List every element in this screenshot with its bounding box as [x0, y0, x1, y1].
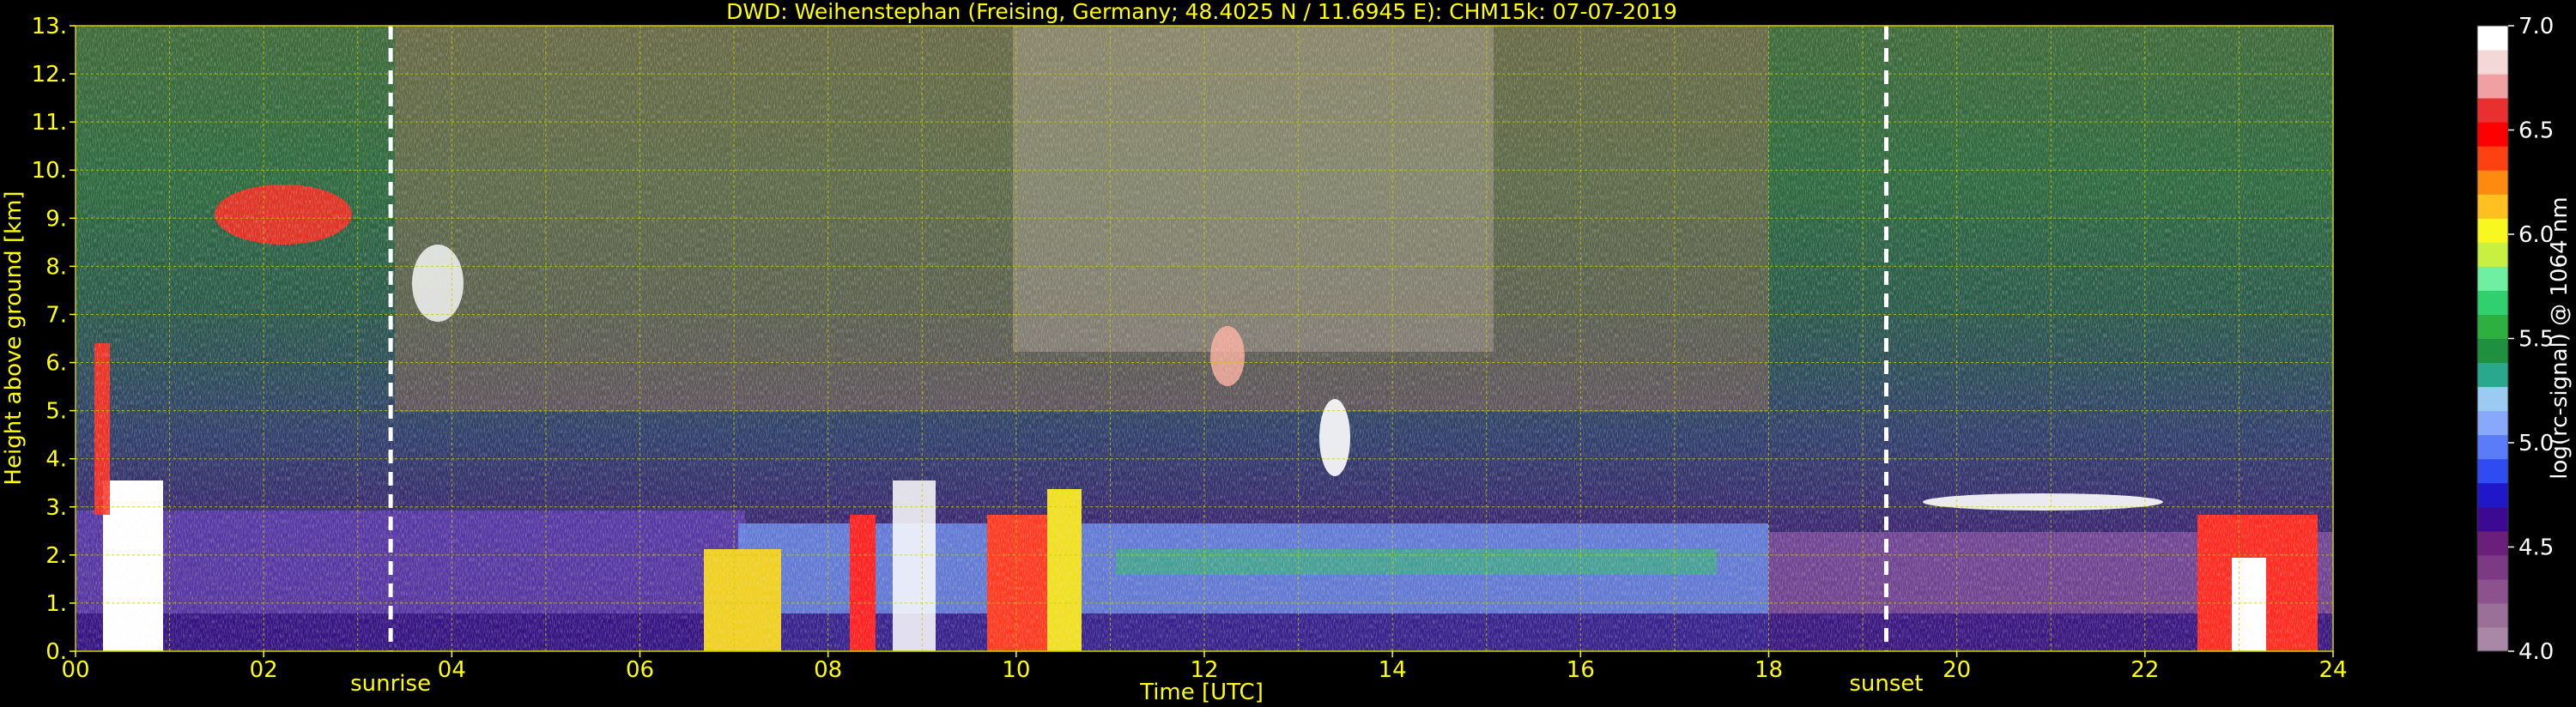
y-axis-ticks: 0. 1. 2. 3. 4. 5. 6. 7. 8. 9. 10. 11. 12. 13.	[32, 14, 76, 665]
y-tick-label: 7.	[45, 302, 67, 328]
plot-area	[75, 25, 2334, 652]
colorbar-band	[2477, 50, 2508, 75]
y-tick-label: 10.	[32, 158, 67, 184]
colorbar-band	[2477, 458, 2508, 484]
x-tick-label: 14	[1379, 657, 1407, 683]
colorbar-tick-label: 7.0	[2518, 14, 2554, 39]
colorbar-band	[2477, 314, 2508, 339]
y-axis-label: Height above ground [km]	[1, 190, 27, 485]
colorbar: 4.04.55.05.56.06.57.0 log(rc-signal) @ 1…	[2476, 14, 2573, 665]
colorbar-band	[2477, 218, 2508, 243]
colorbar-band	[2477, 602, 2508, 628]
colorbar-band	[2477, 482, 2508, 508]
x-tick-label: 22	[2131, 657, 2159, 683]
colorbar-tick-label: 6.5	[2518, 118, 2554, 144]
y-tick-label: 1.	[45, 591, 67, 617]
colorbar-band	[2477, 362, 2508, 388]
colorbar-band	[2477, 266, 2508, 291]
colorbar-band	[2477, 194, 2508, 219]
colorbar-band	[2477, 122, 2508, 147]
colorbar-band	[2477, 290, 2508, 315]
lidar-chart: DWD: Weihenstephan (Freising, Germany; 4…	[1, 0, 2573, 705]
y-tick-label: 8.	[45, 254, 67, 280]
colorbar-band	[2477, 554, 2508, 580]
y-tick-label: 5.	[45, 399, 67, 425]
y-tick-label: 0.	[45, 639, 67, 665]
colorbar-band	[2477, 146, 2508, 171]
x-tick-label: 12	[1190, 657, 1218, 683]
x-tick-label: 04	[438, 657, 466, 683]
y-tick-label: 13.	[32, 14, 67, 39]
x-tick-label: 18	[1755, 657, 1783, 683]
y-tick-label: 3.	[45, 495, 67, 521]
x-tick-label: 02	[250, 657, 278, 683]
colorbar-band	[2477, 386, 2508, 412]
colorbar-band	[2477, 170, 2508, 195]
colorbar-band	[2477, 338, 2508, 364]
colorbar-tick-label: 4.0	[2518, 639, 2554, 665]
colorbar-band	[2477, 434, 2508, 460]
y-tick-label: 6.	[45, 351, 67, 377]
colorbar-band	[2477, 26, 2508, 51]
x-tick-label: 20	[1943, 657, 1971, 683]
x-tick-label: 06	[626, 657, 654, 683]
y-tick-label: 2.	[45, 543, 67, 569]
colorbar-bands	[2477, 26, 2508, 652]
x-tick-label: 24	[2318, 657, 2347, 683]
y-tick-label: 12.	[32, 62, 67, 88]
y-tick-label: 9.	[45, 206, 67, 232]
x-tick-label: 10	[1002, 657, 1030, 683]
y-tick-label: 4.	[45, 447, 67, 473]
colorbar-label: log(rc-signal) @ 1064 nm	[2547, 196, 2573, 479]
y-tick-label: 11.	[32, 110, 67, 136]
x-axis-label: Time [UTC]	[1139, 680, 1264, 705]
colorbar-band	[2477, 626, 2508, 652]
chart-title: DWD: Weihenstephan (Freising, Germany; 4…	[726, 0, 1677, 24]
colorbar-band	[2477, 242, 2508, 267]
colorbar-band	[2477, 74, 2508, 99]
sunset-label: sunset	[1849, 671, 1923, 697]
colorbar-band	[2477, 410, 2508, 436]
colorbar-band	[2477, 578, 2508, 604]
colorbar-band	[2477, 530, 2508, 556]
colorbar-band	[2477, 506, 2508, 532]
colorbar-tick-label: 4.5	[2518, 535, 2554, 561]
sunrise-label: sunrise	[350, 671, 431, 697]
x-tick-label: 16	[1567, 657, 1595, 683]
colorbar-band	[2477, 98, 2508, 123]
x-tick-label: 08	[814, 657, 842, 683]
